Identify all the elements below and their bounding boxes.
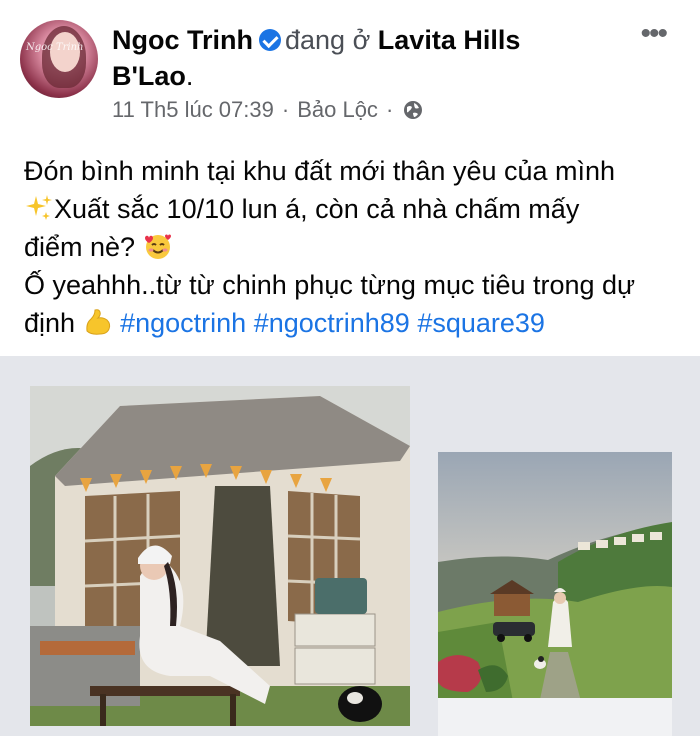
more-options-button[interactable]: ••• [640,19,667,49]
flexed-biceps-emoji [85,309,110,335]
place-name-part2[interactable]: B'Lao [112,61,186,91]
caption-line-4: Ố yeahhh..từ từ chinh phục từng mục tiêu… [24,270,636,300]
globe-icon [404,101,423,119]
caption-line-2: Xuất sắc 10/10 lun á, còn cả nhà chấm mấ… [54,194,580,224]
meta-separator: · [281,97,290,122]
smiling-face-with-hearts-emoji [144,234,171,259]
post-header: Ngoc Trinh Ngoc Trinh đang ở Lavita Hills… [0,0,700,140]
status-prefix: đang ở [285,25,371,55]
verified-badge-icon [259,29,281,51]
photo-tent-glamping[interactable] [30,386,410,726]
caption-line-3: điểm nè? [24,232,136,262]
caption-line-5: định [24,308,76,338]
hashtag-link[interactable]: #ngoctrinh [120,308,246,338]
avatar-signature: Ngoc Trinh [26,42,84,53]
photo-preview-partial[interactable] [438,698,672,736]
author-name[interactable]: Ngoc Trinh [112,25,253,55]
post-location[interactable]: Bảo Lộc [297,96,378,124]
place-end: . [185,61,194,91]
caption-line-1: Đón bình minh tại khu đất mới thân yêu c… [24,156,616,186]
author-line: Ngoc Trinh đang ở Lavita Hills B'Lao. [112,22,612,94]
sparkles-emoji [26,195,52,220]
post-caption: Đón bình minh tại khu đất mới thân yêu c… [24,152,684,342]
author-avatar[interactable]: Ngoc Trinh [20,20,98,98]
hashtag-link[interactable]: #ngoctrinh89 [254,308,410,338]
post-meta: 11 Th5 lúc 07:39 · Bảo Lộc · [112,96,423,124]
meta-separator-2: · [385,97,394,122]
photo-hillside-walk[interactable] [438,452,672,728]
post-date[interactable]: 11 Th5 lúc 07:39 [112,96,274,124]
place-name-part1[interactable]: Lavita Hills [378,25,521,55]
photo-gallery [0,356,700,736]
hashtag-link[interactable]: #square39 [417,308,545,338]
